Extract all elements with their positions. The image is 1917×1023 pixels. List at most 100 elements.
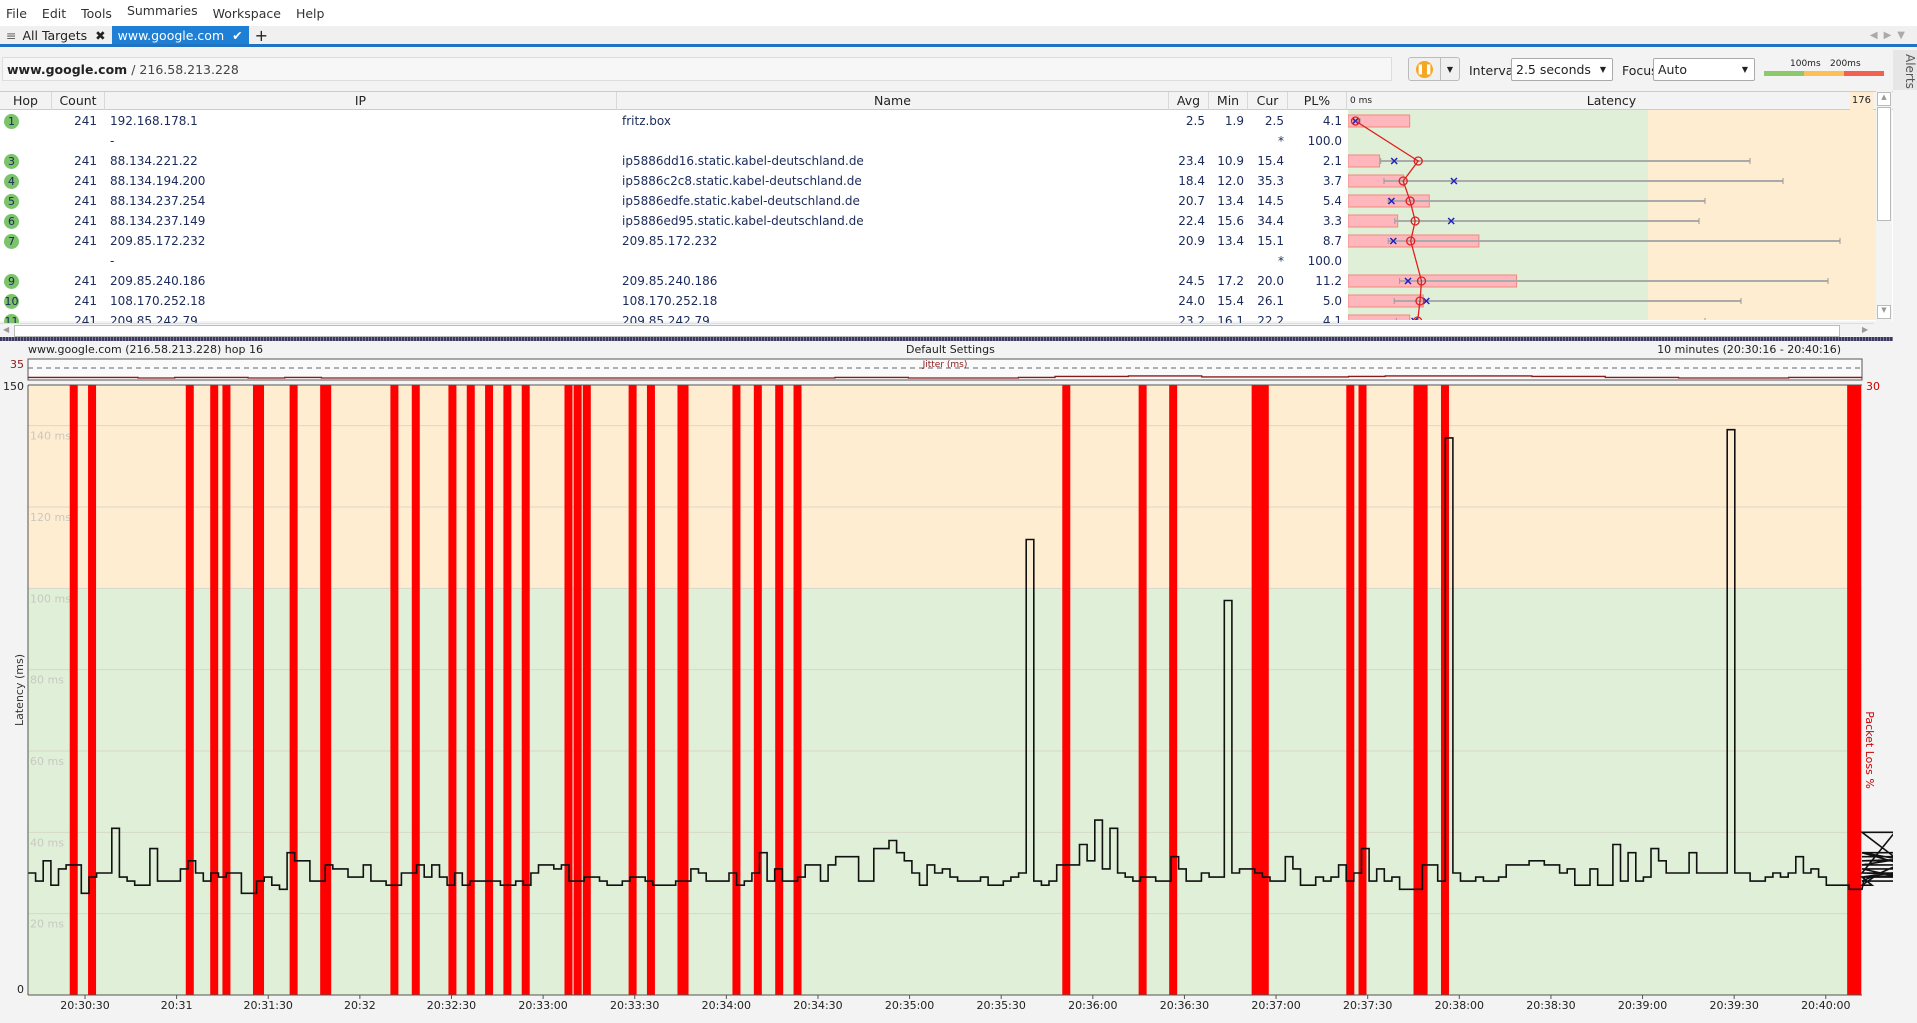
table-row[interactable]: 6 241 88.134.237.149 ip5886ed95.static.kabe… (0, 211, 1345, 231)
pl-cell: 100.0 (1307, 254, 1342, 268)
min-cell (1209, 131, 1244, 151)
x-tick-label: 20:39:00 (1618, 999, 1667, 1012)
chevron-down-icon[interactable]: ▼ (1441, 58, 1459, 80)
packet-loss-bar (448, 385, 457, 995)
menu-summaries[interactable]: Summaries (127, 3, 198, 18)
add-tab-button[interactable]: + (249, 26, 274, 45)
gridline-label: 100 ms (30, 592, 71, 605)
packet-loss-bar (210, 385, 219, 995)
pause-button[interactable]: ❚❚ ▼ (1408, 57, 1460, 81)
hop-badge: 6 (4, 214, 19, 229)
pl-cell: 3.3 (1322, 214, 1342, 228)
packet-loss-bar (1346, 385, 1355, 995)
target-ip: 216.58.213.228 (139, 61, 239, 77)
interval-select[interactable]: 2.5 seconds ▼ (1511, 58, 1613, 81)
x-tick-label: 20:38:30 (1526, 999, 1575, 1012)
check-icon: ✔ (232, 27, 243, 43)
hop-table: Hop Count IP Name Avg Min Cur PL% 0 ms L… (0, 91, 1893, 329)
name-cell: ip5886dd16.static.kabel-deutschland.de (622, 154, 864, 168)
col-ip[interactable]: IP (105, 92, 617, 110)
x-tick-label: 20:32 (344, 999, 376, 1012)
scroll-up-arrow[interactable]: ▲ (1877, 92, 1891, 106)
packet-loss-bar (1138, 385, 1147, 995)
menu-file[interactable]: File (6, 6, 27, 21)
x-tick-label: 20:36:30 (1160, 999, 1209, 1012)
table-row[interactable]: 4 241 88.134.194.200 ip5886c2c8.static.kabe… (0, 171, 1345, 191)
packet-loss-bar (466, 385, 475, 995)
table-vertical-scrollbar[interactable]: ▲ ▼ (1876, 91, 1892, 321)
col-pl[interactable]: PL% (1288, 92, 1347, 110)
pl-cell: 11.2 (1315, 274, 1342, 288)
name-cell: 209.85.172.232 (622, 234, 718, 248)
col-latency[interactable]: 0 ms Latency 176 (1347, 92, 1876, 110)
table-row[interactable]: - * 100.0 (0, 131, 1345, 151)
col-name[interactable]: Name (617, 92, 1169, 110)
x-tick-label: 20:30:30 (60, 999, 109, 1012)
packet-loss-bar (1419, 385, 1428, 995)
tab-google[interactable]: www.google.com ✔ (111, 26, 249, 44)
table-horizontal-scrollbar[interactable]: ◀ ▶ (0, 323, 1874, 337)
packet-loss-bar (390, 385, 399, 995)
scroll-right-arrow[interactable]: ▶ (1862, 325, 1868, 334)
y2-max-label: 30 (1866, 380, 1880, 393)
avg-cell: 24.5 (1178, 274, 1205, 288)
scroll-down-arrow[interactable]: ▼ (1877, 305, 1891, 319)
menu-edit[interactable]: Edit (42, 6, 66, 21)
pl-cell: 5.4 (1322, 194, 1342, 208)
table-row[interactable]: 10 241 108.170.252.18 108.170.252.18 24.0 15.… (0, 291, 1345, 311)
cur-cell: 26.1 (1257, 294, 1284, 308)
x-tick-label: 20:38:00 (1435, 999, 1484, 1012)
col-cur[interactable]: Cur (1248, 92, 1288, 110)
close-icon[interactable]: ✖ (95, 28, 105, 43)
table-row[interactable]: - * 100.0 (0, 251, 1345, 271)
table-row[interactable]: 1 241 192.168.178.1 fritz.box 2.5 1.9 2.5 4.1 (0, 111, 1345, 131)
x-tick-label: 20:34:30 (793, 999, 842, 1012)
menu-workspace[interactable]: Workspace (213, 6, 281, 21)
y2-axis-label: Packet Loss % (1863, 711, 1876, 789)
tab-all-targets[interactable]: ≡ All Targets ✖ (0, 26, 112, 44)
menu-tools[interactable]: Tools (81, 6, 112, 21)
table-row[interactable]: 3 241 88.134.221.22 ip5886dd16.static.kabel… (0, 151, 1345, 171)
latency-chart: 35 Jitter (ms) 20 ms 40 ms 60 ms 80 ms 100 ms 1… (3, 358, 1893, 1012)
packet-loss-bar (69, 385, 78, 995)
col-count[interactable]: Count (52, 92, 105, 110)
min-cell: 15.4 (1217, 294, 1244, 308)
min-cell: 12.0 (1217, 174, 1244, 188)
gridline-label: 20 ms (30, 918, 64, 931)
x-tick-label: 20:33:30 (610, 999, 659, 1012)
packet-loss-bar (680, 385, 689, 995)
packet-loss-bar (1853, 385, 1862, 995)
count-cell: 241 (74, 154, 97, 168)
count-cell: 241 (74, 274, 97, 288)
name-cell: fritz.box (622, 114, 672, 128)
avg-cell (1169, 251, 1205, 271)
chevron-down-icon: ▼ (1599, 65, 1606, 74)
count-cell: 241 (74, 174, 97, 188)
scroll-left-arrow[interactable]: ◀ (3, 325, 9, 334)
scroll-thumb[interactable] (1877, 107, 1891, 221)
table-row[interactable]: 9 241 209.85.240.186 209.85.240.186 24.5 17.2… (0, 271, 1345, 291)
avg-cell: 20.7 (1178, 194, 1205, 208)
packet-loss-bar (1260, 385, 1269, 995)
col-min[interactable]: Min (1209, 92, 1248, 110)
min-cell: 1.9 (1224, 114, 1244, 128)
table-row[interactable]: 5 241 88.134.237.254 ip5886edfe.static.kabe… (0, 191, 1345, 211)
x-tick-label: 20:34:00 (702, 999, 751, 1012)
x-tick-label: 20:31:30 (244, 999, 293, 1012)
cur-cell: 20.0 (1257, 274, 1284, 288)
menu-help[interactable]: Help (296, 6, 325, 21)
col-avg[interactable]: Avg (1169, 92, 1209, 110)
alerts-panel-tab[interactable]: Alerts (1893, 50, 1917, 90)
tab-nav-arrows[interactable]: ◀▶▼ (1870, 30, 1911, 41)
focus-select[interactable]: Auto ▼ (1653, 58, 1755, 81)
avg-cell: 2.5 (1185, 114, 1205, 128)
hscroll-track[interactable] (14, 325, 1840, 337)
packet-loss-bar (185, 385, 194, 995)
gridline-label: 60 ms (30, 755, 64, 768)
hop-badge: 9 (4, 274, 19, 289)
table-row[interactable]: 7 241 209.85.172.232 209.85.172.232 20.9 13.4… (0, 231, 1345, 251)
packet-loss-bar (1358, 385, 1367, 995)
toolbar: www.google.com / 216.58.213.228 ❚❚ ▼ Int… (0, 50, 1890, 88)
col-hop[interactable]: Hop (0, 92, 52, 110)
x-tick-label: 20:40:00 (1801, 999, 1850, 1012)
